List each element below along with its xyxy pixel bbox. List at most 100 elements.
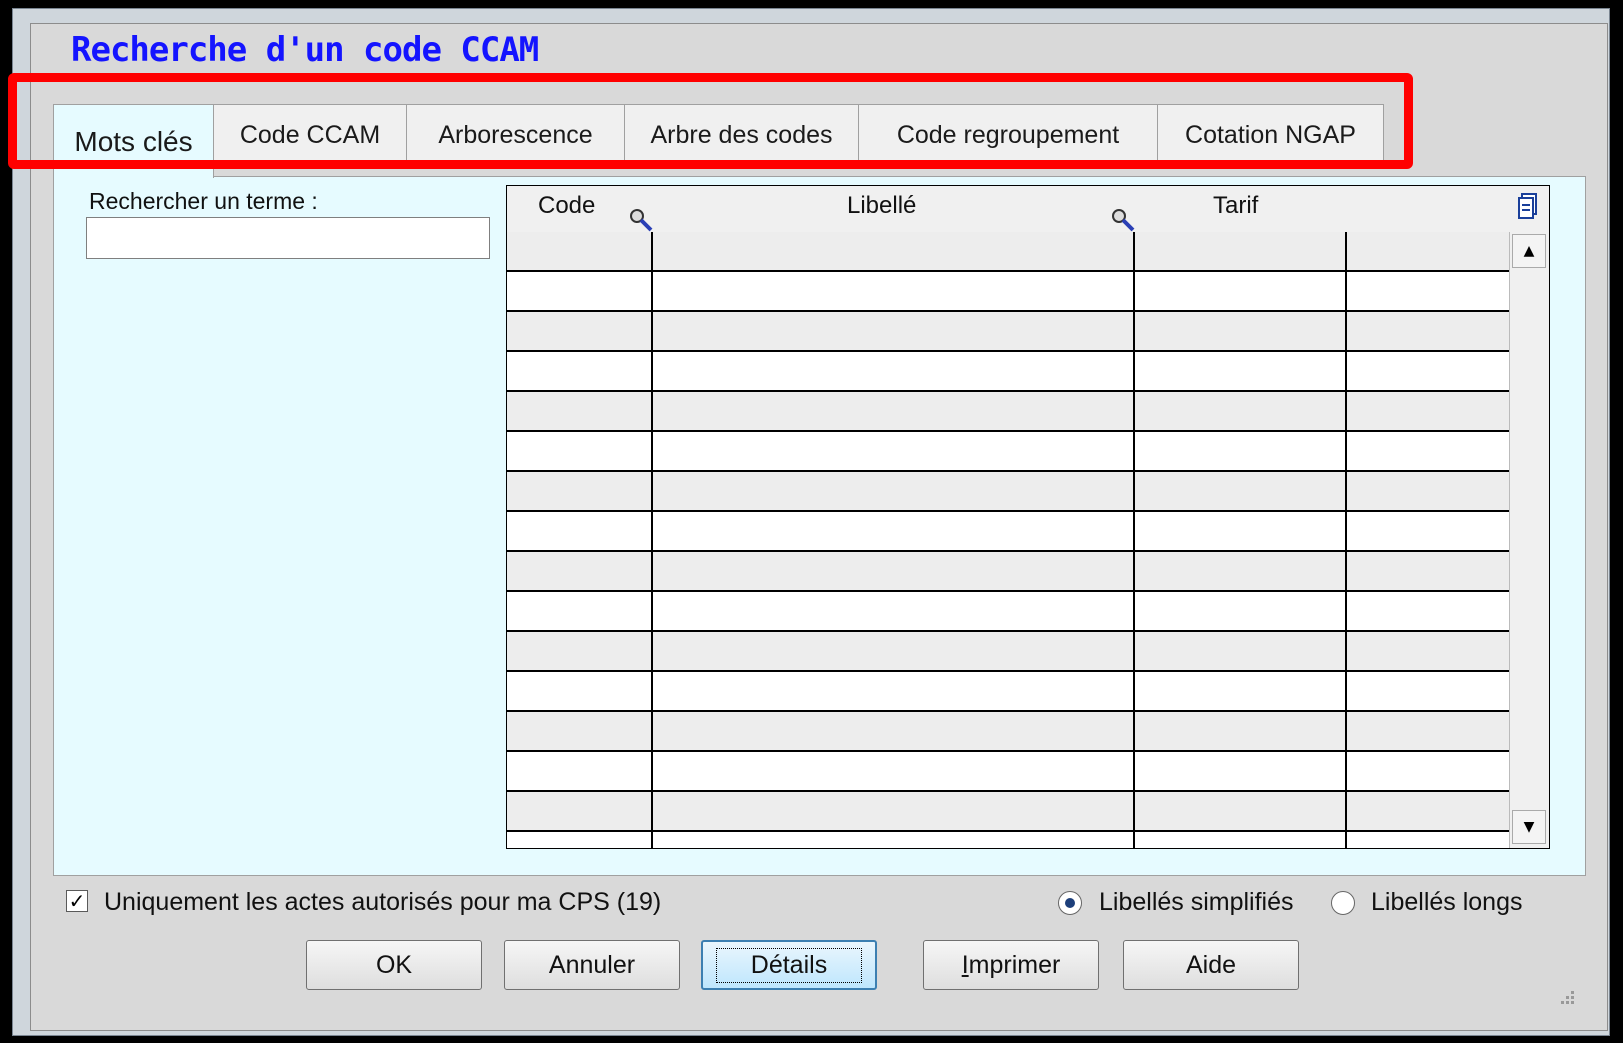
table-cell	[507, 312, 653, 350]
table-cell	[653, 392, 1135, 430]
radio-libelles-longs[interactable]	[1331, 891, 1355, 915]
help-button[interactable]: Aide	[1123, 940, 1299, 990]
table-cell	[1135, 792, 1347, 830]
table-cell	[1135, 432, 1347, 470]
cancel-button[interactable]: Annuler	[504, 940, 680, 990]
grid-rows	[507, 232, 1509, 848]
tab-code-regroupement[interactable]: Code regroupement	[858, 104, 1158, 166]
table-cell	[1347, 552, 1509, 590]
table-cell	[1347, 672, 1509, 710]
table-cell	[1135, 512, 1347, 550]
tab-mots-cles[interactable]: Mots clés	[53, 104, 214, 178]
table-cell	[1135, 632, 1347, 670]
table-row[interactable]	[507, 432, 1509, 472]
table-cell	[653, 272, 1135, 310]
table-row[interactable]	[507, 232, 1509, 272]
tab-label: Code regroupement	[896, 121, 1120, 149]
table-row[interactable]	[507, 472, 1509, 512]
libelles-simplifies-label: Libellés simplifiés	[1099, 888, 1294, 916]
table-cell	[1347, 832, 1509, 848]
table-cell	[507, 712, 653, 750]
table-row[interactable]	[507, 752, 1509, 792]
dialog-body: Recherche d'un code CCAM Mots clés Code …	[30, 23, 1608, 1031]
copy-icon[interactable]	[1517, 192, 1539, 220]
table-row[interactable]	[507, 712, 1509, 752]
radio-selected-dot	[1065, 898, 1075, 908]
table-cell	[1347, 392, 1509, 430]
table-cell	[653, 712, 1135, 750]
dialog-window: Recherche d'un code CCAM Mots clés Code …	[12, 8, 1610, 1036]
tab-code-ccam[interactable]: Code CCAM	[213, 104, 407, 166]
table-cell	[653, 752, 1135, 790]
table-cell	[653, 352, 1135, 390]
tab-label: Cotation NGAP	[1185, 121, 1356, 149]
tab-arbre-des-codes[interactable]: Arbre des codes	[624, 104, 859, 166]
vertical-scrollbar[interactable]: ▲ ▼	[1509, 232, 1549, 848]
table-cell	[1135, 592, 1347, 630]
table-cell	[507, 232, 653, 270]
tab-label: Arborescence	[438, 121, 593, 149]
print-button[interactable]: Imprimer	[923, 940, 1099, 990]
scroll-down-icon[interactable]: ▼	[1512, 810, 1546, 844]
table-row[interactable]	[507, 832, 1509, 848]
resize-grip-icon[interactable]	[1556, 986, 1576, 1006]
table-cell	[507, 272, 653, 310]
table-cell	[1135, 312, 1347, 350]
table-cell	[1135, 712, 1347, 750]
table-row[interactable]	[507, 552, 1509, 592]
tab-label: Mots clés	[74, 125, 193, 157]
table-row[interactable]	[507, 632, 1509, 672]
table-row[interactable]	[507, 592, 1509, 632]
search-label: Rechercher un terme :	[89, 188, 318, 214]
table-cell	[1347, 232, 1509, 270]
table-cell	[653, 472, 1135, 510]
ok-button[interactable]: OK	[306, 940, 482, 990]
search-input[interactable]	[86, 217, 490, 259]
radio-libelles-simplifies[interactable]	[1058, 891, 1082, 915]
grid-header: Code Libellé Tarif	[507, 186, 1549, 232]
details-button-label: Détails	[715, 947, 863, 983]
table-row[interactable]	[507, 272, 1509, 312]
table-row[interactable]	[507, 352, 1509, 392]
table-cell	[1347, 432, 1509, 470]
tab-label: Code CCAM	[239, 121, 381, 149]
table-cell	[1347, 272, 1509, 310]
table-row[interactable]	[507, 512, 1509, 552]
table-cell	[1135, 272, 1347, 310]
table-cell	[507, 592, 653, 630]
tab-label: Arbre des codes	[650, 121, 833, 149]
table-cell	[1135, 472, 1347, 510]
table-row[interactable]	[507, 672, 1509, 712]
scroll-up-icon[interactable]: ▲	[1512, 234, 1546, 268]
tab-arborescence[interactable]: Arborescence	[406, 104, 625, 166]
table-cell	[1135, 752, 1347, 790]
table-cell	[1347, 312, 1509, 350]
table-cell	[653, 592, 1135, 630]
cancel-button-label: Annuler	[548, 950, 636, 979]
table-cell	[1135, 672, 1347, 710]
table-cell	[507, 432, 653, 470]
details-button[interactable]: Détails	[701, 940, 877, 990]
table-cell	[653, 432, 1135, 470]
table-cell	[1347, 512, 1509, 550]
table-cell	[1347, 472, 1509, 510]
table-cell	[653, 792, 1135, 830]
column-header-libelle[interactable]: Libellé	[847, 192, 916, 220]
table-cell	[507, 752, 653, 790]
table-cell	[1135, 832, 1347, 848]
results-grid[interactable]: Code Libellé Tarif ▲ ▼	[506, 185, 1550, 849]
table-cell	[1135, 392, 1347, 430]
table-row[interactable]	[507, 792, 1509, 832]
column-header-code[interactable]: Code	[538, 192, 595, 220]
table-row[interactable]	[507, 392, 1509, 432]
ok-button-label: OK	[375, 950, 413, 979]
column-header-tarif[interactable]: Tarif	[1213, 192, 1258, 220]
only-authorized-checkbox[interactable]: ✓	[66, 890, 88, 912]
table-cell	[1347, 632, 1509, 670]
table-cell	[507, 512, 653, 550]
tab-cotation-ngap[interactable]: Cotation NGAP	[1157, 104, 1384, 166]
table-cell	[1135, 232, 1347, 270]
table-cell	[507, 792, 653, 830]
table-row[interactable]	[507, 312, 1509, 352]
table-cell	[507, 392, 653, 430]
